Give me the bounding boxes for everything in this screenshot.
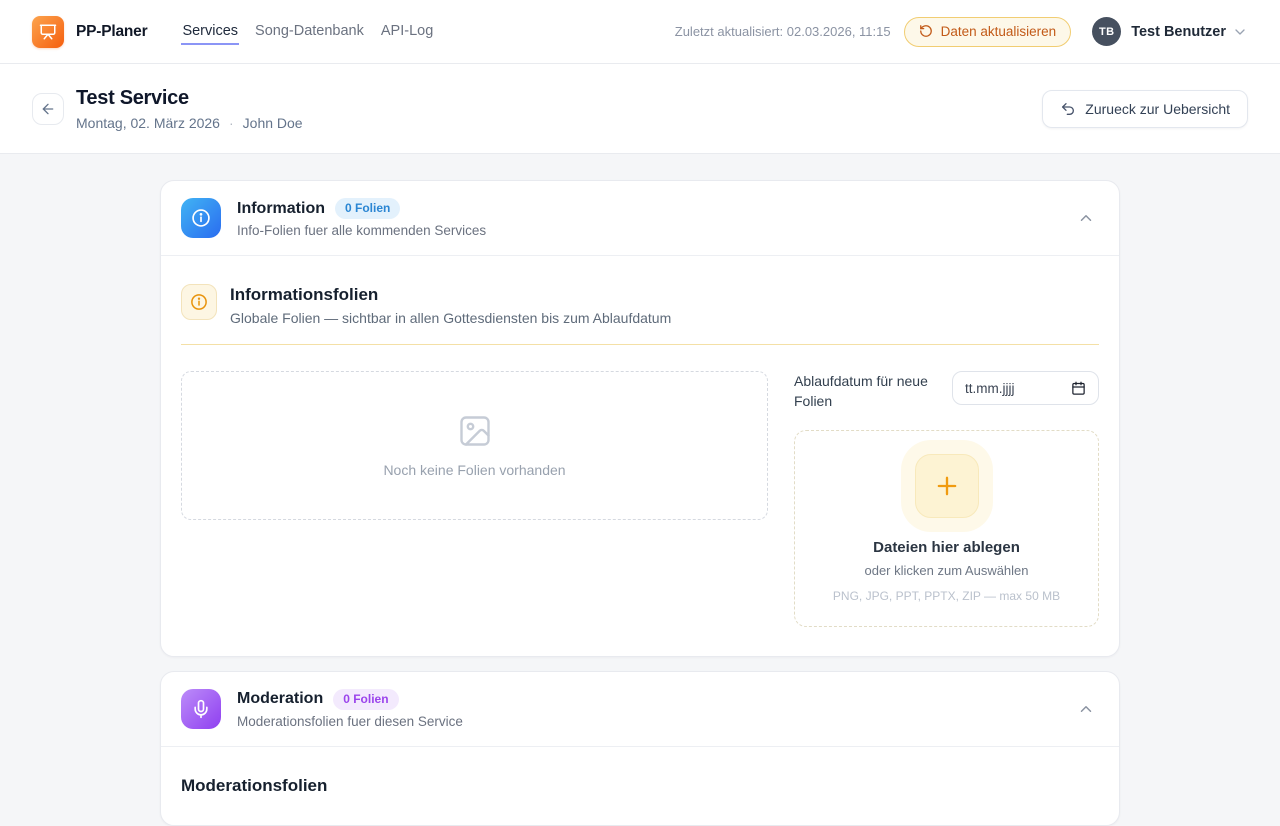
date-placeholder: tt.mm.jjjj — [965, 381, 1015, 396]
dropzone-hint: PNG, JPG, PPT, PPTX, ZIP — max 50 MB — [833, 589, 1060, 603]
page-header: Test Service Montag, 02. März 2026 · Joh… — [0, 64, 1280, 154]
chevron-down-icon — [1232, 24, 1248, 40]
refresh-icon — [919, 24, 933, 38]
nav-api-log[interactable]: API-Log — [380, 19, 434, 45]
back-button[interactable] — [32, 93, 64, 125]
expiry-date-input[interactable]: tt.mm.jjjj — [952, 371, 1099, 405]
image-placeholder-icon — [457, 413, 493, 449]
information-card-body: Informationsfolien Globale Folien — sich… — [161, 256, 1119, 656]
main-content: Information 0 Folien Info-Folien fuer al… — [160, 180, 1120, 826]
moderation-section-titles: Moderation 0 Folien Moderationsfolien fu… — [237, 689, 463, 729]
brand-name: PP-Planer — [76, 23, 147, 41]
info-circle-orange-icon — [190, 293, 208, 311]
top-bar-right: Zuletzt aktualisiert: 02.03.2026, 11:15 … — [675, 17, 1248, 47]
slides-empty-state: Noch keine Folien vorhanden — [181, 371, 768, 520]
information-card-header[interactable]: Information 0 Folien Info-Folien fuer al… — [161, 181, 1119, 256]
last-updated-text: Zuletzt aktualisiert: 02.03.2026, 11:15 — [675, 24, 891, 39]
service-author: John Doe — [243, 115, 303, 131]
info-section-icon — [181, 198, 221, 238]
nav-song-datenbank[interactable]: Song-Datenbank — [254, 19, 365, 45]
moderation-card: Moderation 0 Folien Moderationsfolien fu… — [160, 671, 1120, 826]
nav-services[interactable]: Services — [181, 19, 239, 45]
info-panel-icon-tile — [181, 284, 217, 320]
refresh-data-button[interactable]: Daten aktualisieren — [904, 17, 1072, 47]
user-menu[interactable]: TB Test Benutzer — [1092, 17, 1248, 46]
page-title: Test Service — [76, 87, 303, 110]
info-section-title: Information — [237, 200, 325, 218]
avatar: TB — [1092, 17, 1121, 46]
back-to-overview-label: Zurueck zur Uebersicht — [1085, 101, 1230, 117]
chevron-up-icon — [1077, 209, 1095, 227]
refresh-label: Daten aktualisieren — [941, 24, 1057, 39]
informationsfolien-subtitle: Globale Folien — sichtbar in allen Gotte… — [230, 310, 671, 326]
plus-icon — [933, 472, 961, 500]
undo-arrow-icon — [1060, 101, 1076, 117]
service-date: Montag, 02. März 2026 — [76, 115, 220, 131]
page-titles: Test Service Montag, 02. März 2026 · Joh… — [76, 87, 303, 131]
presentation-icon — [39, 23, 57, 41]
moderationsfolien-title: Moderationsfolien — [181, 776, 1099, 796]
info-section-subtitle: Info-Folien fuer alle kommenden Services — [237, 223, 486, 238]
top-bar: PP-Planer Services Song-Datenbank API-Lo… — [0, 0, 1280, 64]
moderation-section-icon — [181, 689, 221, 729]
file-dropzone[interactable]: Dateien hier ablegen oder klicken zum Au… — [794, 430, 1099, 627]
calendar-icon — [1071, 381, 1086, 396]
brand: PP-Planer — [32, 16, 147, 48]
informationsfolien-title: Informationsfolien — [230, 285, 671, 305]
information-card: Information 0 Folien Info-Folien fuer al… — [160, 180, 1120, 657]
moderation-section-subtitle: Moderationsfolien fuer diesen Service — [237, 714, 463, 729]
main-nav: Services Song-Datenbank API-Log — [181, 19, 434, 45]
microphone-icon — [191, 699, 211, 719]
back-to-overview-button[interactable]: Zurueck zur Uebersicht — [1042, 90, 1248, 128]
arrow-left-icon — [40, 101, 56, 117]
collapse-information-button[interactable] — [1073, 205, 1099, 231]
yellow-divider — [181, 344, 1099, 345]
user-name: Test Benutzer — [1131, 24, 1226, 40]
informationsfolien-titles: Informationsfolien Globale Folien — sich… — [230, 284, 671, 326]
information-content-row: Noch keine Folien vorhanden Ablaufdatum … — [181, 371, 1099, 627]
expiry-row: Ablaufdatum für neue Folien tt.mm.jjjj — [794, 371, 1099, 412]
dropzone-title: Dateien hier ablegen — [873, 539, 1020, 556]
informationsfolien-header: Informationsfolien Globale Folien — sich… — [181, 284, 1099, 326]
plus-tile — [915, 454, 979, 518]
collapse-moderation-button[interactable] — [1073, 696, 1099, 722]
moderation-section-title: Moderation — [237, 690, 323, 708]
moderation-card-body: Moderationsfolien — [161, 747, 1119, 825]
info-section-titles: Information 0 Folien Info-Folien fuer al… — [237, 198, 486, 238]
info-circle-icon — [191, 208, 211, 228]
expiry-date-label: Ablaufdatum für neue Folien — [794, 371, 942, 412]
info-folien-badge: 0 Folien — [335, 198, 400, 219]
dot-separator: · — [229, 115, 234, 131]
moderation-card-header[interactable]: Moderation 0 Folien Moderationsfolien fu… — [161, 672, 1119, 747]
app-logo — [32, 16, 64, 48]
upload-column: Ablaufdatum für neue Folien tt.mm.jjjj — [794, 371, 1099, 627]
chevron-up-icon — [1077, 700, 1095, 718]
page-subtitle: Montag, 02. März 2026 · John Doe — [76, 115, 303, 131]
moderation-folien-badge: 0 Folien — [333, 689, 398, 710]
dropzone-subtitle: oder klicken zum Auswählen — [864, 563, 1028, 578]
empty-state-text: Noch keine Folien vorhanden — [383, 462, 565, 478]
